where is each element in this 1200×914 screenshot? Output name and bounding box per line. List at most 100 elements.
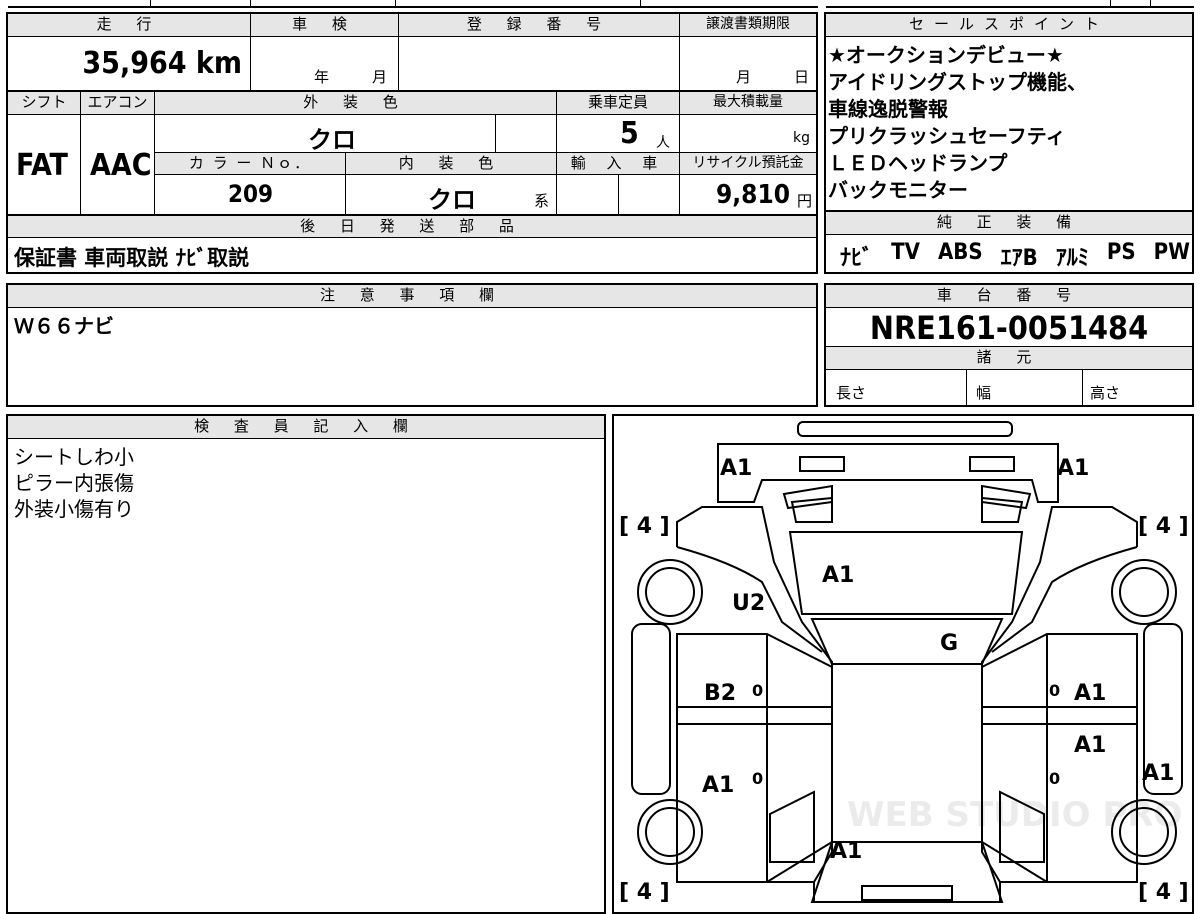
right-headlight-icon <box>969 456 1015 472</box>
inspector-note: 外装小傷有り <box>14 497 134 521</box>
recycle-value: 9,810 <box>716 180 790 210</box>
deadline-day: 日 <box>794 68 810 86</box>
width-label: 幅 <box>976 384 992 402</box>
equipment-list: ﾅﾋﾞ TV ABS ｴｱB ｱﾙﾐ PS PW <box>840 240 1190 272</box>
shift-value: FAT <box>16 148 68 183</box>
equipment-item: ｱﾙﾐ <box>1055 246 1089 271</box>
interior-color-value: クロ <box>428 186 476 214</box>
equipment-item: PW <box>1153 240 1190 265</box>
equipment-item: ABS <box>937 240 983 265</box>
shaken-month: 月 <box>372 68 388 86</box>
shaken-year: 年 <box>314 68 330 86</box>
front-bumper-panel-icon <box>717 443 1059 503</box>
notes-box: 注 意 事 項 欄 Ｗ６６ナビ <box>6 283 818 407</box>
import-header: 輸 入 車 <box>557 153 679 174</box>
tire-mark-front-right: [ 4 ] <box>1138 514 1189 539</box>
watermark-text: WEB STUDIO PRO <box>847 795 1182 835</box>
interior-color-suffix: 系 <box>534 192 550 210</box>
mark-front-left: A1 <box>720 456 752 481</box>
mark-rear-gate: A1 <box>830 839 862 864</box>
front-left-tire-icon <box>637 559 703 625</box>
recycle-unit: 円 <box>796 192 812 210</box>
length-label: 長さ <box>836 384 867 402</box>
front-right-tire-icon <box>1111 559 1177 625</box>
damage-diagram-box: [ 4 ] [ 4 ] [ 4 ] [ 4 ] A1 A1 A1 U2 G B2… <box>612 414 1194 914</box>
windshield-icon <box>810 618 1004 665</box>
tire-mark-rear-right: [ 4 ] <box>1138 880 1189 905</box>
exterior-color-value: クロ <box>308 126 356 154</box>
mark-windshield: G <box>940 631 958 656</box>
inspector-note: シートしわ小 <box>14 445 134 469</box>
sales-point-header: セールスポイント <box>826 14 1192 36</box>
door-zero-mark: 0 <box>1049 769 1060 788</box>
mark-left-rear-door: A1 <box>702 773 734 798</box>
max-load-header: 最大積載量 <box>680 92 816 114</box>
mileage-value: 35,964 km <box>82 46 242 81</box>
right-grille-icon <box>981 484 1032 510</box>
tire-mark-rear-left: [ 4 ] <box>619 880 670 905</box>
color-no-value: 209 <box>228 180 274 208</box>
sales-point-item: アイドリングストップ機能、 <box>828 70 1087 94</box>
equipment-box: 純 正 装 備 ﾅﾋﾞ TV ABS ｴｱB ｱﾙﾐ PS PW <box>824 210 1194 274</box>
left-headlight-icon <box>799 456 845 472</box>
sales-point-item: ＬＥＤヘッドランプ <box>828 151 1008 175</box>
mileage-header: 走 行 <box>8 14 250 36</box>
capacity-header: 乗車定員 <box>557 92 679 114</box>
car-damage-diagram: [ 4 ] [ 4 ] [ 4 ] [ 4 ] A1 A1 A1 U2 G B2… <box>619 421 1189 905</box>
later-parts-value: 保証書 車両取説 ﾅﾋﾞ取説 <box>14 246 250 270</box>
mark-front-right: A1 <box>1057 456 1089 481</box>
equipment-item: ｴｱB <box>1000 246 1038 271</box>
sales-point-box: セールスポイント ★オークションデビュー★ アイドリングストップ機能、 車線逸脱… <box>824 12 1194 212</box>
mark-left-fender: U2 <box>732 591 765 616</box>
mark-right-rear-door: A1 <box>1074 733 1106 758</box>
front-bumper-icon <box>797 421 1013 437</box>
aircon-value: AAC <box>90 148 152 183</box>
notes-text: Ｗ６６ナビ <box>14 314 114 338</box>
door-zero-mark: 0 <box>752 769 763 788</box>
equipment-header: 純 正 装 備 <box>826 212 1192 234</box>
rear-left-tire-icon <box>637 799 703 865</box>
chassis-number: NRE161-0051484 <box>869 309 1149 347</box>
shaken-header: 車 検 <box>251 14 398 36</box>
tire-mark-front-left: [ 4 ] <box>619 514 670 539</box>
rear-bumper-icon <box>861 885 953 901</box>
document-deadline-header: 譲渡書類期限 <box>680 14 816 36</box>
capacity-unit: 人 <box>656 135 670 151</box>
max-load-unit: kg <box>793 130 810 146</box>
height-label: 高さ <box>1090 384 1121 402</box>
inspector-header: 検 査 員 記 入 欄 <box>8 416 604 438</box>
door-zero-mark: 0 <box>1049 681 1060 700</box>
shift-header: シフト <box>8 92 80 114</box>
inspector-notes-list: シートしわ小 ピラー内張傷 外装小傷有り <box>14 444 134 522</box>
notes-header: 注 意 事 項 欄 <box>8 285 816 307</box>
chassis-header: 車 台 番 号 <box>826 285 1192 307</box>
color-no-header: カ ラ ー Ｎｏ． <box>155 153 345 174</box>
top-cutoff-strip <box>0 0 1200 8</box>
deadline-month: 月 <box>736 68 752 86</box>
recycle-header: リサイクル預託金 <box>680 153 816 174</box>
equipment-item: PS <box>1106 240 1136 265</box>
equipment-item: ﾅﾋﾞ <box>840 246 874 271</box>
registration-header: 登 録 番 号 <box>399 14 679 36</box>
left-grille-icon <box>782 484 833 510</box>
sales-point-item: ★オークションデビュー★ <box>828 43 1064 67</box>
sales-point-item: 車線逸脱警報 <box>828 97 948 121</box>
mark-right-front-door: A1 <box>1074 681 1106 706</box>
mark-left-front-door: B2 <box>704 681 736 706</box>
sales-point-item: バックモニター <box>828 178 968 202</box>
left-sill-icon <box>631 623 671 795</box>
mark-hood: A1 <box>822 563 854 588</box>
mark-right-quarter: A1 <box>1142 761 1174 786</box>
chassis-box: 車 台 番 号 NRE161-0051484 諸 元 長さ 幅 高さ <box>824 283 1194 407</box>
capacity-value: 5 <box>620 116 639 151</box>
equipment-item: TV <box>891 240 920 265</box>
inspector-note: ピラー内張傷 <box>14 471 134 495</box>
sales-point-item: プリクラッシュセーフティ <box>828 124 1066 148</box>
spec-header: 諸 元 <box>826 347 1192 369</box>
sales-point-list: ★オークションデビュー★ アイドリングストップ機能、 車線逸脱警報 プリクラッシ… <box>828 42 1087 204</box>
vehicle-info-table: 走 行 車 検 登 録 番 号 譲渡書類期限 35,964 km 年 月 月 日… <box>6 12 818 274</box>
aircon-header: エアコン <box>81 92 154 114</box>
exterior-color-header: 外 装 色 <box>155 92 556 114</box>
later-parts-header: 後 日 発 送 部 品 <box>8 216 816 237</box>
inspector-box: 検 査 員 記 入 欄 シートしわ小 ピラー内張傷 外装小傷有り <box>6 414 606 914</box>
